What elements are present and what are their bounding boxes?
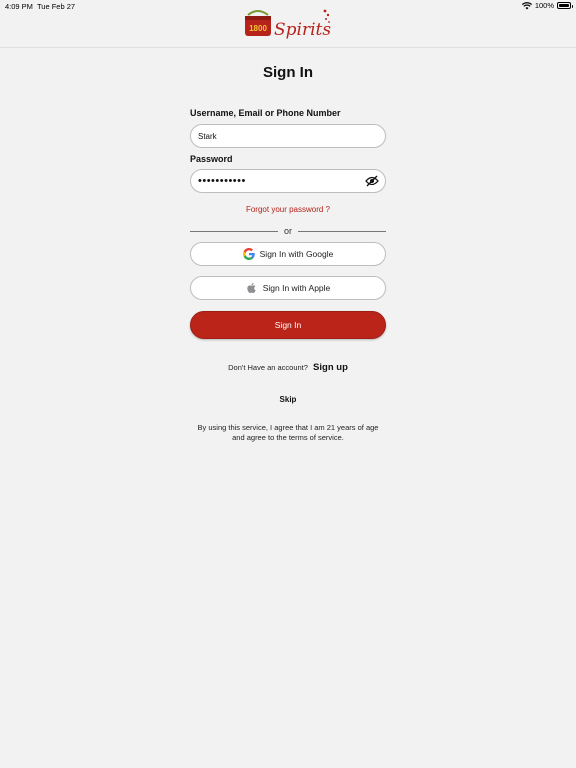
account-prompt-text: Don't Have an account? xyxy=(228,363,308,372)
brand-logo: 1800 Spirits xyxy=(245,9,331,40)
apple-sign-in-label: Sign In with Apple xyxy=(262,283,331,293)
brand-script-text: Spirits xyxy=(274,20,331,40)
password-label: Password xyxy=(190,154,233,164)
account-prompt: Don't Have an account? Sign up xyxy=(0,362,576,373)
google-icon xyxy=(242,248,255,260)
username-input[interactable] xyxy=(198,125,358,147)
skip-button[interactable]: Skip xyxy=(0,395,576,404)
app-header: 1800 Spirits xyxy=(0,0,576,48)
forgot-password-link[interactable]: Forgot your password ? xyxy=(0,205,576,214)
google-sign-in-button[interactable]: Sign In with Google xyxy=(190,242,386,266)
or-divider: or xyxy=(190,226,386,236)
username-field-wrapper xyxy=(190,124,386,148)
terms-line-2: and agree to the terms of service. xyxy=(232,433,344,442)
brand-badge-text: 1800 xyxy=(249,24,267,33)
terms-line-1: By using this service, I agree that I am… xyxy=(197,423,379,432)
sign-up-link[interactable]: Sign up xyxy=(313,362,348,373)
page-title: Sign In xyxy=(263,64,313,81)
apple-sign-in-button[interactable]: Sign In with Apple xyxy=(190,276,386,300)
google-sign-in-label: Sign In with Google xyxy=(259,249,334,259)
terms-notice: By using this service, I agree that I am… xyxy=(0,423,576,443)
username-label: Username, Email or Phone Number xyxy=(190,108,341,118)
sign-in-button[interactable]: Sign In xyxy=(190,311,386,339)
password-input[interactable] xyxy=(198,170,358,192)
password-field-wrapper xyxy=(190,169,386,193)
eye-slash-icon[interactable] xyxy=(365,175,379,187)
apple-icon xyxy=(247,282,256,294)
